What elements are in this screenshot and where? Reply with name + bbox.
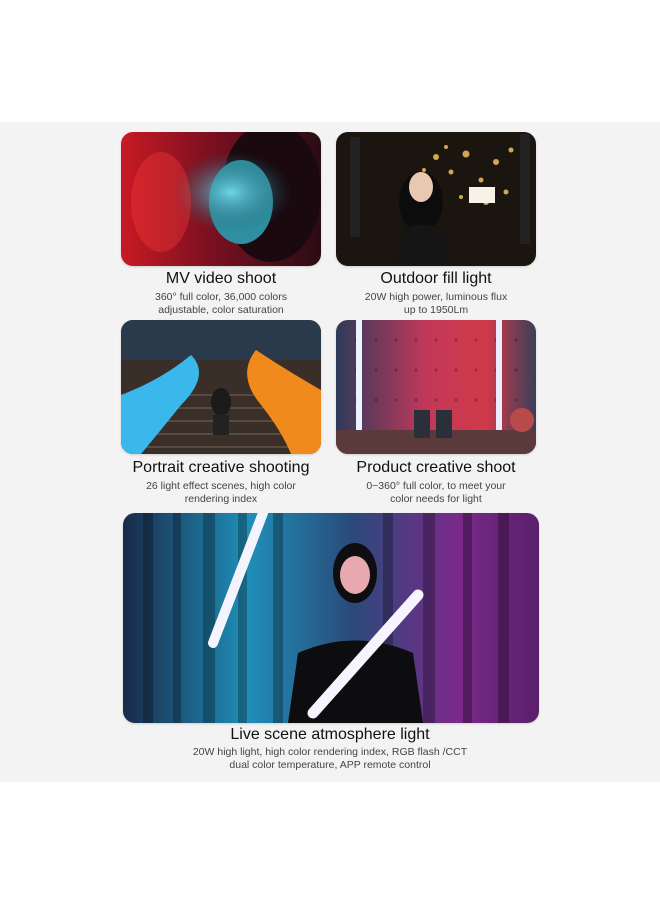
card-description: 360° full color, 36,000 colors adjustable…: [154, 291, 288, 316]
product-creative-photo: [336, 320, 536, 454]
card-title: Product creative shoot: [356, 459, 516, 476]
outdoor-fill-photo: [336, 132, 536, 266]
card-title: MV video shoot: [165, 270, 277, 287]
card-description: 20W high light, high color rendering ind…: [192, 746, 468, 771]
card-title: Portrait creative shooting: [132, 459, 310, 476]
live-scene-photo: [123, 513, 539, 723]
card-description: 20W high power, luminous flux up to 1950L…: [364, 291, 508, 316]
card-description: 26 light effect scenes, high color render…: [146, 480, 296, 505]
mv-video-photo: [121, 132, 321, 266]
card-title: Outdoor fill light: [380, 270, 492, 287]
card-description: 0~360° full color, to meet your color nee…: [366, 480, 506, 505]
card-title: Live scene atmosphere light: [230, 726, 430, 743]
portrait-creative-photo: [121, 320, 321, 454]
